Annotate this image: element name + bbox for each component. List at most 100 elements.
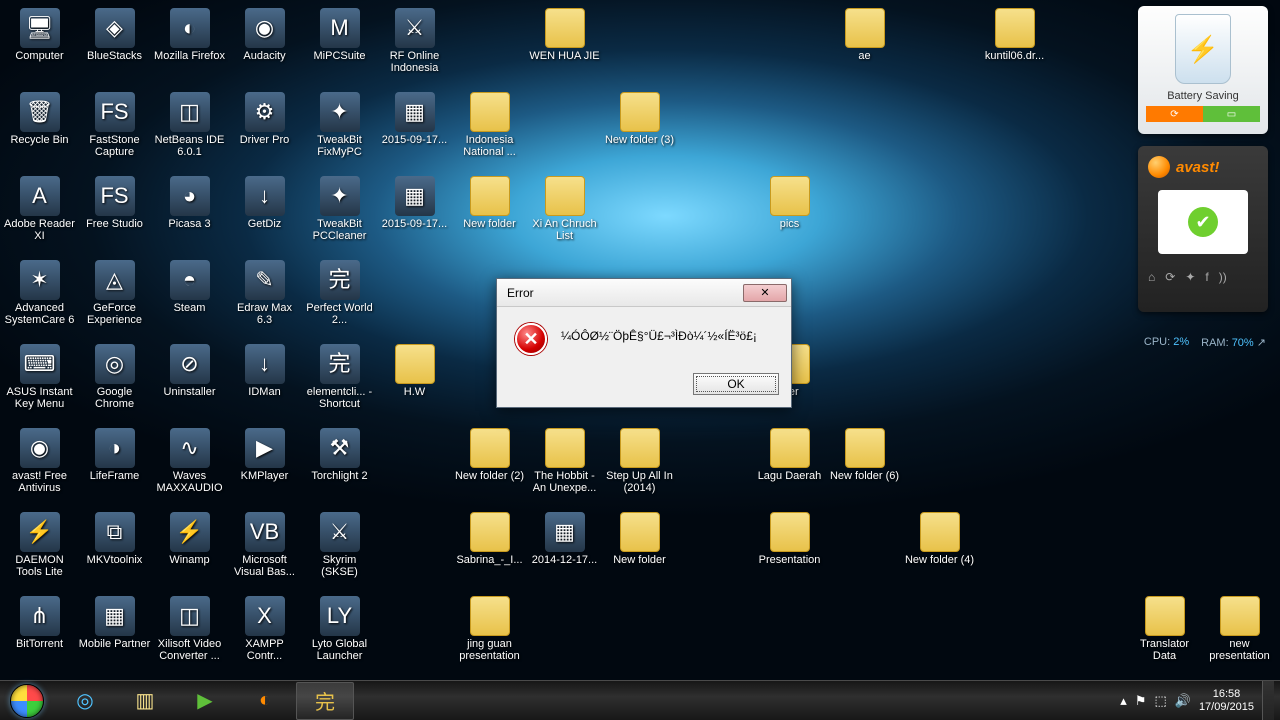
desktop-icon[interactable]: ae	[827, 4, 902, 86]
desktop-icon[interactable]: LYLyto Global Launcher	[302, 592, 377, 674]
tray-icon[interactable]: ⚑	[1135, 693, 1147, 709]
desktop-icon[interactable]: ⧉MKVtoolnix	[77, 508, 152, 590]
desktop-icon[interactable]: AAdobe Reader XI	[2, 172, 77, 254]
desktop-icon[interactable]: ✶Advanced SystemCare 6	[2, 256, 77, 338]
desktop-icon-label: Recycle Bin	[10, 134, 68, 146]
rss-icon[interactable]: ))	[1219, 270, 1227, 284]
desktop-icon[interactable]: 完Perfect World 2...	[302, 256, 377, 338]
avast-mini-icons[interactable]: ⌂ ⟳ ✦ f ))	[1148, 270, 1258, 284]
desktop-icon[interactable]: ◐Mozilla Firefox	[152, 4, 227, 86]
desktop-icon[interactable]: ⋔BitTorrent	[2, 592, 77, 674]
desktop-icon[interactable]: New folder (2)	[452, 424, 527, 506]
desktop-icon[interactable]: ▶KMPlayer	[227, 424, 302, 506]
refresh-icon[interactable]: ⟳	[1165, 270, 1175, 284]
desktop-icon[interactable]: 完elementcli... - Shortcut	[302, 340, 377, 422]
desktop-icon[interactable]: ✦TweakBit FixMyPC	[302, 88, 377, 170]
dialog-ok-button[interactable]: OK	[693, 373, 779, 395]
desktop-icon[interactable]: ⚔Skyrim (SKSE)	[302, 508, 377, 590]
desktop-icon[interactable]: Step Up All In (2014)	[602, 424, 677, 506]
desktop-icon[interactable]: ◕Picasa 3	[152, 172, 227, 254]
home-icon[interactable]: ⌂	[1148, 270, 1155, 284]
desktop-icon[interactable]: New folder (4)	[902, 508, 977, 590]
desktop-icon[interactable]: pics	[752, 172, 827, 254]
desktop-icon[interactable]: new presentation	[1202, 592, 1277, 674]
desktop-icon[interactable]: Presentation	[752, 508, 827, 590]
desktop-icon[interactable]: ⚙Driver Pro	[227, 88, 302, 170]
desktop-icon[interactable]: ▦2014-12-17...	[527, 508, 602, 590]
battery-gadget[interactable]: ⚡ Battery Saving ⟳ ▭	[1138, 6, 1268, 134]
desktop-icon[interactable]: WEN HUA JIE	[527, 4, 602, 86]
desktop-icon[interactable]: jing guan presentation	[452, 592, 527, 674]
dialog-close-button[interactable]: ✕	[743, 284, 787, 302]
tray-icon[interactable]: 🔊	[1175, 693, 1191, 709]
twitter-icon[interactable]: ✦	[1185, 270, 1195, 284]
desktop-icon[interactable]: ↓GetDiz	[227, 172, 302, 254]
desktop-icon[interactable]: ▦Mobile Partner	[77, 592, 152, 674]
taskbar-item-chrome[interactable]: ◎	[56, 682, 114, 720]
desktop-icon[interactable]: XXAMPP Contr...	[227, 592, 302, 674]
desktop-icon[interactable]: ⚔RF Online Indonesia	[377, 4, 452, 86]
taskbar-clock[interactable]: 16:58 17/09/2015	[1199, 688, 1254, 713]
dialog-message: ¼ÓÔØ½¨ÖþÊ§°Ü£¬³ÌÐò¼´½«ÍË³ö£¡	[561, 323, 757, 343]
desktop-icon[interactable]: Lagu Daerah	[752, 424, 827, 506]
taskbar-item-wmplayer[interactable]: ▶	[176, 682, 234, 720]
desktop-icon[interactable]: New folder (3)	[602, 88, 677, 170]
desktop-icon[interactable]: FSFastStone Capture	[77, 88, 152, 170]
start-button[interactable]	[0, 681, 54, 720]
desktop-icon[interactable]: ⊘Uninstaller	[152, 340, 227, 422]
desktop-icon[interactable]: ◈BlueStacks	[77, 4, 152, 86]
desktop-icon[interactable]: ◫Xilisoft Video Converter ...	[152, 592, 227, 674]
desktop-icon[interactable]: ◬GeForce Experience	[77, 256, 152, 338]
desktop-icon[interactable]: ◉avast! Free Antivirus	[2, 424, 77, 506]
desktop[interactable]: 🖥Computer◈BlueStacks◐Mozilla Firefox◉Aud…	[0, 0, 1280, 680]
desktop-icon[interactable]: ⚡DAEMON Tools Lite	[2, 508, 77, 590]
desktop-icon[interactable]: kuntil06.dr...	[977, 4, 1052, 86]
desktop-icon[interactable]: ✎Edraw Max 6.3	[227, 256, 302, 338]
desktop-icon[interactable]: ◉Audacity	[227, 4, 302, 86]
avast-label: avast!	[1176, 159, 1219, 176]
tray-icon[interactable]: ⬚	[1154, 693, 1166, 709]
desktop-icon[interactable]: ✦TweakBit PCCleaner	[302, 172, 377, 254]
desktop-icon-label: avast! Free Antivirus	[4, 470, 76, 494]
desktop-icon[interactable]: ◑LifeFrame	[77, 424, 152, 506]
avast-gadget[interactable]: avast! ✔ ⌂ ⟳ ✦ f ))	[1138, 146, 1268, 312]
desktop-icon[interactable]: ◫NetBeans IDE 6.0.1	[152, 88, 227, 170]
desktop-icon[interactable]: Translator Data	[1127, 592, 1202, 674]
desktop-icon[interactable]: New folder	[452, 172, 527, 254]
battery-mode-perf[interactable]: ▭	[1203, 106, 1260, 122]
desktop-icon[interactable]: VBMicrosoft Visual Bas...	[227, 508, 302, 590]
desktop-icon[interactable]: ∿Waves MAXXAUDIO	[152, 424, 227, 506]
desktop-icon[interactable]: Xi An Chruch List	[527, 172, 602, 254]
desktop-icon[interactable]: ▦2015-09-17...	[377, 172, 452, 254]
desktop-icon[interactable]: Sabrina_-_I...	[452, 508, 527, 590]
desktop-icon[interactable]: ⚡Winamp	[152, 508, 227, 590]
desktop-icon[interactable]: ◓Steam	[152, 256, 227, 338]
taskbar-item-firefox[interactable]: ◐	[236, 682, 294, 720]
desktop-icon[interactable]: FSFree Studio	[77, 172, 152, 254]
desktop-icon-label: Audacity	[243, 50, 285, 62]
desktop-icon[interactable]: H.W	[377, 340, 452, 422]
app-icon: ◕	[170, 176, 210, 216]
desktop-icon[interactable]: ⚒Torchlight 2	[302, 424, 377, 506]
dialog-titlebar[interactable]: Error ✕	[497, 279, 791, 307]
desktop-icon[interactable]: New folder (6)	[827, 424, 902, 506]
desktop-icon[interactable]: ⌨ASUS Instant Key Menu	[2, 340, 77, 422]
tray-icon[interactable]: ▴	[1120, 693, 1127, 709]
show-desktop-button[interactable]	[1262, 681, 1274, 720]
desktop-icon[interactable]: ↓IDMan	[227, 340, 302, 422]
desktop-icon[interactable]: New folder	[602, 508, 677, 590]
desktop-icon[interactable]: Indonesia National ...	[452, 88, 527, 170]
desktop-icon[interactable]: 🖥Computer	[2, 4, 77, 86]
taskbar-item-explorer[interactable]: ▥	[116, 682, 174, 720]
desktop-icon[interactable]: MMiPCSuite	[302, 4, 377, 86]
desktop-icon[interactable]: The Hobbit - An Unexpe...	[527, 424, 602, 506]
facebook-icon[interactable]: f	[1205, 270, 1208, 284]
desktop-icon[interactable]: ◎Google Chrome	[77, 340, 152, 422]
desktop-icon[interactable]: ▦2015-09-17...	[377, 88, 452, 170]
battery-mode-saving[interactable]: ⟳	[1146, 106, 1203, 122]
desktop-icon[interactable]: 🗑Recycle Bin	[2, 88, 77, 170]
taskbar-item-perfectworld[interactable]: 完	[296, 682, 354, 720]
battery-mode-bar[interactable]: ⟳ ▭	[1146, 106, 1260, 122]
system-info-gadget: CPU: 2% RAM: 70% ↗	[1144, 336, 1266, 349]
desktop-icon-label: LifeFrame	[90, 470, 140, 482]
